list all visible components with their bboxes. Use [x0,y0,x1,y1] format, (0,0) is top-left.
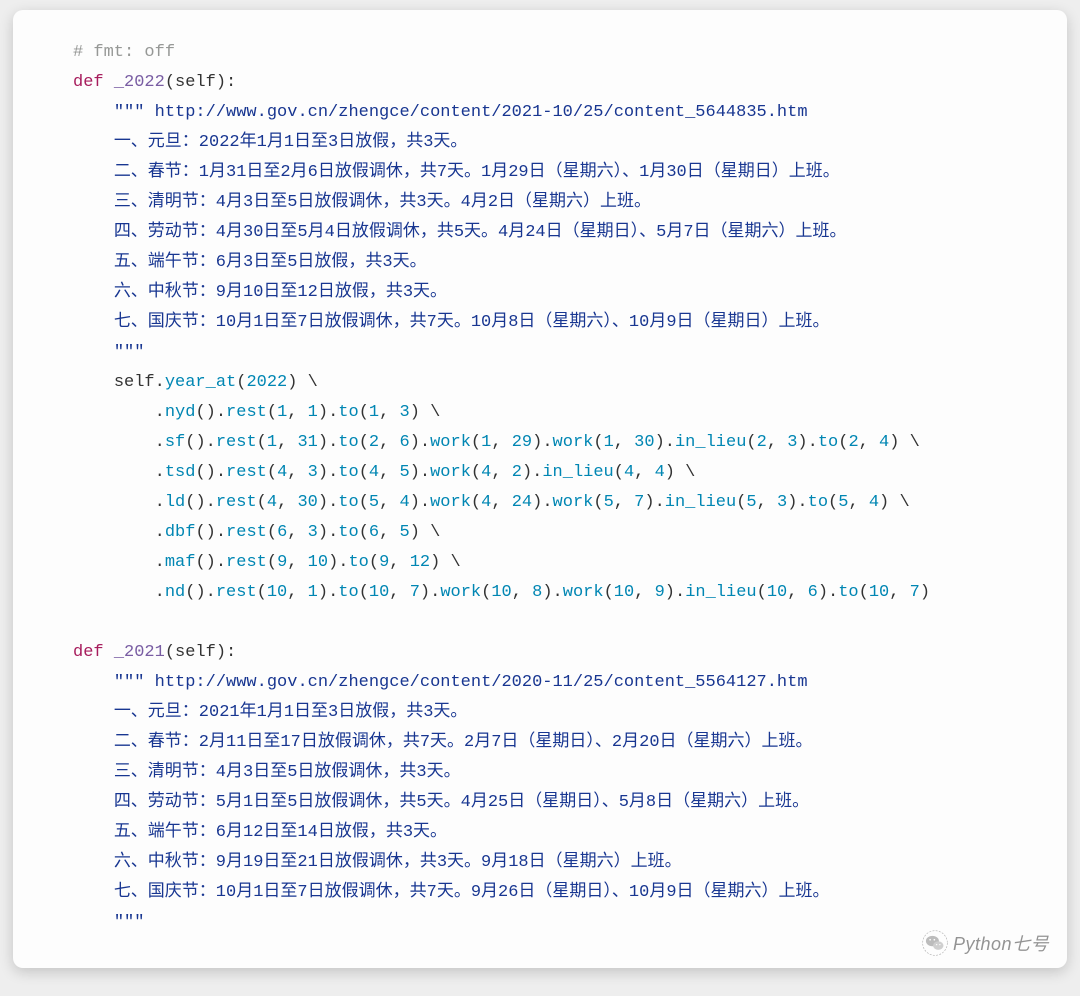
code-card: # fmt: off def _2022(self): """ http://w… [13,10,1067,968]
code-block: # fmt: off def _2022(self): """ http://w… [13,38,1067,938]
